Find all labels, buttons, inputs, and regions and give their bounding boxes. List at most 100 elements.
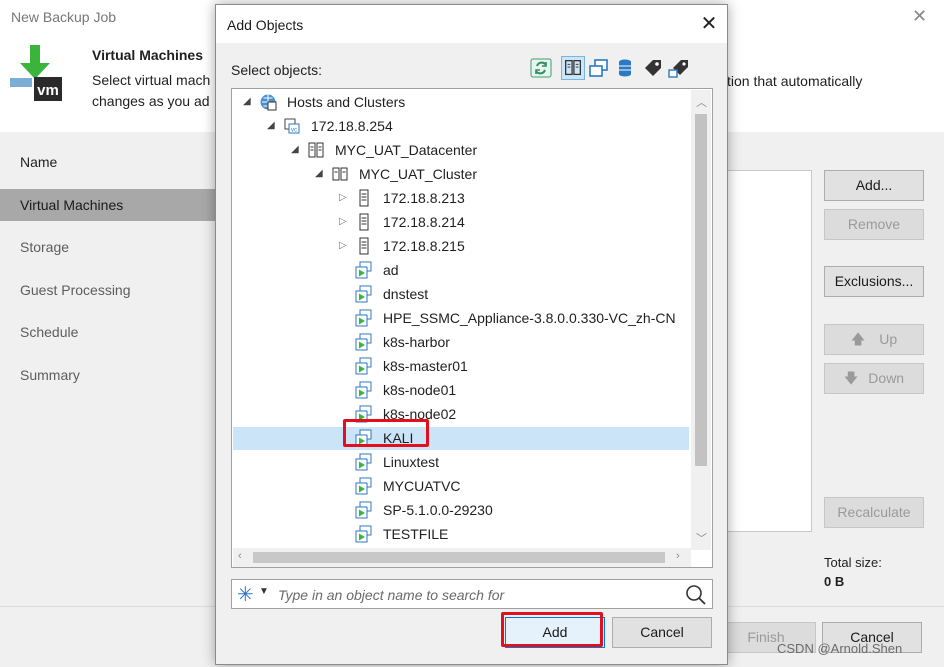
tree-node-vm-selected[interactable]: KALI — [232, 426, 688, 450]
expanded-arrow-icon[interactable]: ◢ — [291, 138, 301, 162]
wizard-up-button[interactable]: 🡅 Up — [824, 324, 924, 355]
wizard-steps-nav: Name Virtual Machines Storage Guest Proc… — [0, 132, 216, 606]
wizard-title: New Backup Job — [11, 9, 117, 25]
datastores-view-icon[interactable] — [613, 56, 637, 80]
object-tree[interactable]: ◢ Hosts and Clusters ◢ vc 172.18.8.254 ◢ — [231, 88, 713, 568]
vm-logo-icon: vm — [10, 45, 62, 101]
tree-node-label: HPE_SSMC_Appliance-3.8.0.0.330-VC_zh-CN — [383, 310, 676, 326]
horizontal-scroll-thumb[interactable] — [253, 552, 665, 563]
vms-templates-view-icon[interactable] — [587, 56, 611, 80]
host-server-icon — [359, 189, 369, 207]
vm-tags-view-icon[interactable] — [667, 56, 691, 80]
tree-node-vm[interactable]: dnstest — [232, 282, 688, 306]
tree-node-host[interactable]: ▷ 172.18.8.215 — [232, 234, 688, 258]
wizard-exclusions-button[interactable]: Exclusions... — [824, 266, 924, 297]
tree-node-vm[interactable]: MYCUATVC — [232, 474, 688, 498]
scroll-up-icon[interactable]: ︿ — [696, 94, 707, 110]
chevron-down-icon[interactable]: ▼ — [259, 586, 269, 597]
step-summary[interactable]: Summary — [0, 359, 216, 391]
tree-node-host[interactable]: ▷ 172.18.8.214 — [232, 210, 688, 234]
wizard-header-desc-line2: changes as you ad — [92, 93, 210, 109]
wizard-header-desc-right: tion that automatically — [727, 73, 863, 89]
vm-icon — [355, 453, 372, 471]
collapsed-arrow-icon[interactable]: ▷ — [339, 210, 349, 234]
vertical-scroll-thumb[interactable] — [695, 114, 707, 466]
wizard-up-label: Up — [879, 331, 898, 347]
expanded-arrow-icon[interactable]: ◢ — [315, 162, 325, 186]
cluster-icon — [332, 167, 348, 181]
vertical-scrollbar[interactable]: ︿ ﹀ — [691, 90, 711, 550]
refresh-icon[interactable] — [529, 56, 553, 80]
tree-node-hosts-and-clusters[interactable]: ◢ Hosts and Clusters — [232, 90, 688, 114]
step-storage[interactable]: Storage — [0, 231, 216, 263]
tree-node-label: k8s-node01 — [383, 382, 457, 398]
vm-icon — [355, 501, 372, 519]
dialog-titlebar: Add Objects ✕ — [216, 5, 727, 43]
wizard-remove-button[interactable]: Remove — [824, 209, 924, 240]
wizard-down-button[interactable]: 🡇 Down — [824, 363, 924, 394]
search-input[interactable] — [276, 584, 680, 606]
wizard-add-button[interactable]: Add... — [824, 170, 924, 201]
tree-node-label: MYC_UAT_Cluster — [359, 166, 477, 182]
total-size-value: 0 B — [824, 574, 845, 589]
total-size-label: Total size: — [824, 555, 882, 570]
watermark: CSDN @Arnold.Shen — [777, 641, 903, 656]
wizard-down-label: Down — [868, 370, 905, 386]
horizontal-scrollbar[interactable]: ‹ › — [233, 548, 691, 567]
datacenter-icon — [308, 142, 324, 158]
tree-node-vm[interactable]: k8s-node01 — [232, 378, 688, 402]
expanded-arrow-icon[interactable]: ◢ — [243, 90, 253, 114]
host-server-icon — [359, 213, 369, 231]
tree-node-vm[interactable]: TESTFILE — [232, 522, 688, 546]
tree-node-label: MYCUATVC — [383, 478, 461, 494]
tree-node-host[interactable]: ▷ 172.18.8.213 — [232, 186, 688, 210]
select-objects-label: Select objects: — [231, 62, 323, 78]
tags-view-icon[interactable] — [641, 56, 665, 80]
vm-icon — [355, 381, 372, 399]
wizard-header-desc-line1: Select virtual mach — [92, 72, 211, 88]
tree-node-label: SP-5.1.0.0-29230 — [383, 502, 493, 518]
tree-node-label: ad — [383, 262, 399, 278]
tree-node-label: MYC_UAT_Datacenter — [335, 142, 478, 158]
tree-node-vm[interactable]: SP-5.1.0.0-29230 — [232, 498, 688, 522]
wizard-close-icon[interactable]: ✕ — [912, 6, 927, 27]
svg-text:vm: vm — [37, 82, 59, 99]
tree-node-label: 172.18.8.214 — [383, 214, 465, 230]
expanded-arrow-icon[interactable]: ◢ — [267, 114, 277, 138]
arrow-up-icon: 🡅 — [850, 331, 866, 347]
wizard-header-title: Virtual Machines — [92, 47, 204, 63]
tree-node-label: TESTFILE — [383, 526, 449, 542]
step-schedule[interactable]: Schedule — [0, 316, 216, 348]
hosts-clusters-view-icon[interactable] — [561, 56, 585, 80]
vm-icon — [355, 285, 372, 303]
step-guest-processing[interactable]: Guest Processing — [0, 274, 216, 306]
search-icon[interactable] — [685, 584, 707, 606]
tree-node-vm[interactable]: k8s-harbor — [232, 330, 688, 354]
tree-node-label: Hosts and Clusters — [287, 94, 406, 110]
globe-icon — [260, 94, 277, 111]
cancel-button[interactable]: Cancel — [612, 617, 712, 648]
tree-node-vm[interactable]: ad — [232, 258, 688, 282]
step-name[interactable]: Name — [0, 146, 216, 178]
step-virtual-machines[interactable]: Virtual Machines — [0, 189, 216, 221]
tree-node-vm[interactable]: Linuxtest — [232, 450, 688, 474]
collapsed-arrow-icon[interactable]: ▷ — [339, 186, 349, 210]
collapsed-arrow-icon[interactable]: ▷ — [339, 234, 349, 258]
kali-highlight-box — [343, 419, 429, 447]
vm-icon — [355, 477, 372, 495]
dialog-title: Add Objects — [227, 17, 304, 33]
search-scope-asterisk-icon[interactable]: ✳ — [237, 582, 254, 607]
tree-node-datacenter[interactable]: ◢ MYC_UAT_Datacenter — [232, 138, 688, 162]
tree-node-vm[interactable]: HPE_SSMC_Appliance-3.8.0.0.330-VC_zh-CN — [232, 306, 688, 330]
wizard-recalculate-button[interactable]: Recalculate — [824, 497, 924, 528]
scroll-down-icon[interactable]: ﹀ — [696, 530, 707, 546]
tree-node-vm[interactable]: k8s-master01 — [232, 354, 688, 378]
scroll-right-icon[interactable]: › — [676, 550, 680, 562]
tree-node-cluster[interactable]: ◢ MYC_UAT_Cluster — [232, 162, 688, 186]
tree-node-vcenter[interactable]: ◢ vc 172.18.8.254 — [232, 114, 688, 138]
scroll-left-icon[interactable]: ‹ — [238, 550, 242, 562]
tree-node-vm[interactable]: k8s-node02 — [232, 402, 688, 426]
dialog-close-icon[interactable]: ✕ — [698, 11, 720, 37]
vm-list[interactable] — [727, 170, 812, 532]
tree-node-label: Linuxtest — [383, 454, 440, 470]
